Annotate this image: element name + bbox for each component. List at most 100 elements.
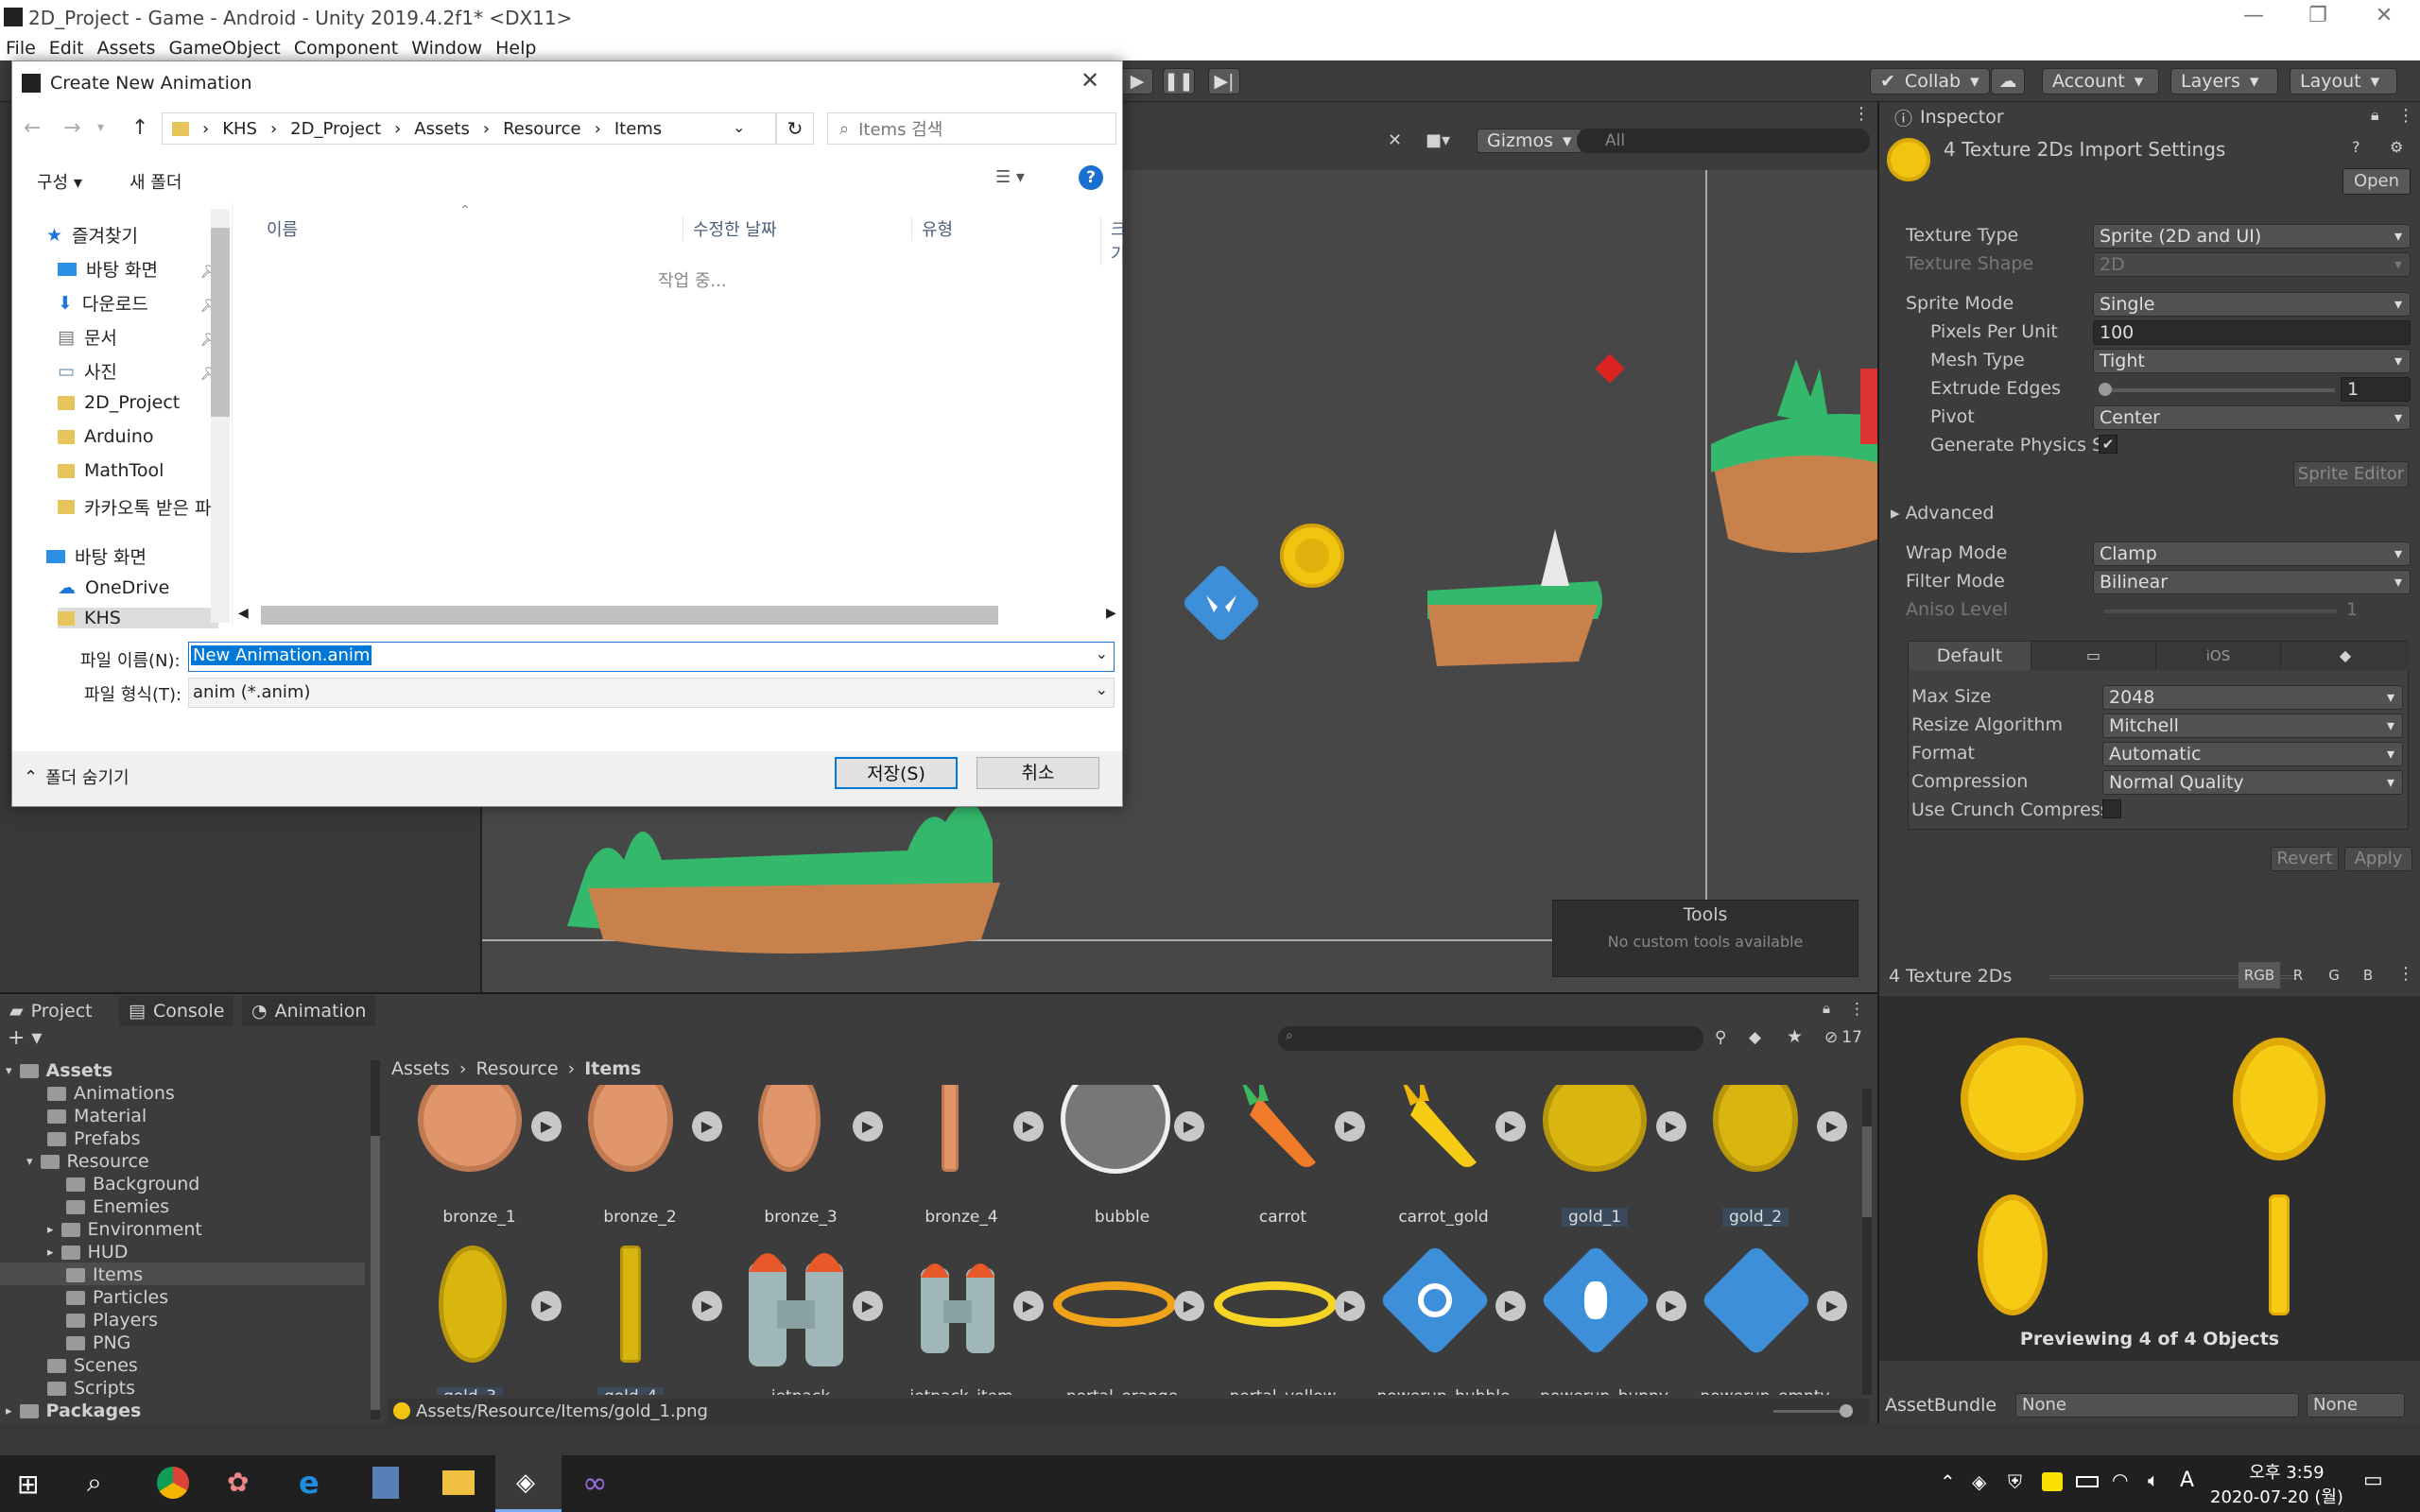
play-icon[interactable]: ▶ — [1335, 1111, 1365, 1142]
inspector-menu-icon[interactable]: ⋮ — [2397, 106, 2414, 126]
channel-g-button[interactable]: G — [2318, 962, 2350, 988]
nav-desktop[interactable]: 바탕 화면📌︎ — [58, 256, 222, 282]
asset-portal-orange[interactable]: ▶portal_orange — [1042, 1238, 1204, 1395]
play-icon[interactable]: ▶ — [531, 1111, 562, 1142]
tray-shield-icon[interactable]: ⛨ — [2008, 1470, 2022, 1493]
physics-shape-checkbox[interactable]: ✔ — [2099, 435, 2118, 454]
panel-lock-icon[interactable]: 🔒︎ — [1823, 1000, 1830, 1017]
view-options-icon[interactable]: ☰ ▾ — [995, 167, 1025, 187]
tree-scripts[interactable]: Scripts — [47, 1378, 135, 1399]
camera-icon[interactable]: ■▾ — [1426, 130, 1450, 150]
revert-button[interactable]: Revert — [2271, 847, 2339, 871]
sprite-mode-dropdown[interactable]: Single — [2093, 292, 2411, 317]
play-icon[interactable]: ▶ — [1495, 1111, 1526, 1142]
visual-studio-icon[interactable]: ∞ — [582, 1465, 608, 1501]
cancel-button[interactable]: 취소 — [977, 757, 1099, 789]
play-icon[interactable]: ▶ — [853, 1111, 883, 1142]
step-button[interactable]: ▶| — [1208, 68, 1240, 94]
asset-carrot-gold[interactable]: ▶ carrot_gold — [1363, 1085, 1526, 1228]
tree-hud[interactable]: ▸ HUD — [47, 1242, 128, 1263]
ime-indicator[interactable]: A — [2180, 1469, 2194, 1492]
tab-inspector[interactable]: ⓘ Inspector — [1885, 104, 2014, 132]
asset-portal-yellow[interactable]: ▶portal_yellow — [1202, 1238, 1365, 1395]
tree-environment[interactable]: ▸ Environment — [47, 1219, 202, 1240]
wifi-icon[interactable]: ◠ — [2112, 1469, 2128, 1491]
play-icon[interactable]: ▶ — [1013, 1291, 1044, 1321]
scene-menu-icon[interactable]: ⋮ — [1853, 104, 1870, 124]
play-icon[interactable]: ▶ — [1817, 1111, 1847, 1142]
tree-assets[interactable]: ▾ Assets — [6, 1060, 112, 1081]
asset-jetpack[interactable]: ▶jetpack — [720, 1238, 883, 1395]
breadcrumb-resource[interactable]: Resource — [475, 1058, 558, 1079]
variant-dropdown[interactable]: None — [2307, 1393, 2405, 1418]
address-bar[interactable]: › KHS › 2D_Project › Assets › Resource › Ite… — [162, 112, 776, 145]
nav-khs[interactable]: KHS — [58, 608, 218, 628]
asset-powerup-empty[interactable]: ▶powerup_empty — [1685, 1238, 1847, 1395]
nav-arduino[interactable]: Arduino — [58, 426, 154, 447]
nav-pictures[interactable]: ▭사진📌︎ — [58, 358, 222, 384]
play-icon[interactable]: ▶ — [1013, 1111, 1044, 1142]
tree-players[interactable]: Players — [66, 1310, 158, 1331]
breadcrumb-items[interactable]: Items — [584, 1058, 641, 1079]
menu-assets[interactable]: Assets — [97, 38, 156, 59]
crunch-checkbox[interactable] — [2102, 799, 2121, 818]
assetbundle-dropdown[interactable]: None — [2015, 1393, 2299, 1418]
explorer-icon[interactable] — [442, 1470, 475, 1495]
pivot-dropdown[interactable]: Center — [2093, 405, 2411, 430]
android-icon[interactable]: ◆ — [2281, 642, 2410, 670]
play-icon[interactable]: ▶ — [1656, 1111, 1686, 1142]
tools-icon[interactable]: ✕ — [1388, 130, 1402, 150]
menu-help[interactable]: Help — [495, 38, 536, 59]
tree-background[interactable]: Background — [66, 1174, 199, 1194]
column-type[interactable]: 유형 — [911, 216, 953, 241]
asset-gold-1[interactable]: ▶ gold_1 — [1524, 1085, 1686, 1228]
play-icon[interactable]: ▶ — [1335, 1291, 1365, 1321]
tree-particles[interactable]: Particles — [66, 1287, 168, 1308]
nav-mathtool[interactable]: MathTool — [58, 460, 164, 481]
collab-button[interactable]: ✔ Collab ▾ — [1870, 68, 1990, 94]
tray-chevron-icon[interactable]: ⌃ — [1940, 1470, 1956, 1493]
asset-jetpack-item[interactable]: ▶jetpack_item — [881, 1238, 1044, 1395]
channel-r-button[interactable]: R — [2282, 962, 2314, 988]
play-icon[interactable]: ▶ — [1817, 1291, 1847, 1321]
tree-scenes[interactable]: Scenes — [47, 1355, 138, 1376]
paint-icon[interactable]: ✿ — [227, 1467, 249, 1498]
organize-button[interactable]: 구성 ▾ — [37, 169, 82, 194]
tree-png[interactable]: PNG — [66, 1332, 130, 1353]
cloud-button[interactable]: ☁ — [1991, 68, 2025, 94]
nav-desktop-root[interactable]: 바탕 화면 — [46, 543, 147, 569]
tree-enemies[interactable]: Enemies — [66, 1196, 169, 1217]
preview-menu-icon[interactable]: ⋮ — [2397, 964, 2414, 984]
open-button[interactable]: Open — [2342, 168, 2411, 195]
back-button[interactable]: ← — [24, 116, 41, 140]
filter-mode-dropdown[interactable]: Bilinear — [2093, 570, 2411, 594]
create-button[interactable]: + ▾ — [8, 1026, 42, 1050]
monitor-icon[interactable]: ▭ — [2031, 642, 2156, 670]
breadcrumb-assets[interactable]: Assets — [391, 1058, 450, 1079]
nav-scrollbar[interactable] — [211, 209, 230, 623]
play-icon[interactable]: ▶ — [692, 1111, 722, 1142]
nav-2d-project[interactable]: 2D_Project — [58, 392, 180, 413]
dialog-close-button[interactable]: ✕ — [1080, 67, 1099, 94]
tree-resource[interactable]: ▾ Resource — [26, 1151, 149, 1172]
dialog-search-input[interactable]: ⌕ Items 검색 — [827, 112, 1116, 145]
tree-scrollbar[interactable] — [371, 1060, 380, 1419]
nav-onedrive[interactable]: ☁ OneDrive — [58, 577, 169, 598]
asset-bronze-3[interactable]: ▶ bronze_3 — [720, 1085, 883, 1228]
ppu-field[interactable]: 100 — [2093, 320, 2411, 345]
compression-dropdown[interactable]: Normal Quality — [2102, 770, 2403, 795]
chrome-icon[interactable] — [157, 1467, 189, 1499]
asset-gold-4[interactable]: ▶gold_4 — [560, 1238, 722, 1395]
asset-bronze-2[interactable]: ▶ bronze_2 — [560, 1085, 722, 1228]
favorite-icon[interactable]: ★ — [1787, 1026, 1803, 1047]
calculator-icon[interactable] — [372, 1467, 399, 1499]
help-icon[interactable]: ? — [1079, 165, 1103, 190]
refresh-button[interactable]: ↻ — [776, 112, 814, 145]
extrude-field[interactable]: 1 — [2341, 377, 2411, 402]
path-assets[interactable]: Assets — [414, 119, 470, 139]
asset-bubble[interactable]: ▶ bubble — [1042, 1085, 1204, 1228]
panel-menu-icon[interactable]: ⋮ — [1849, 1000, 1865, 1019]
nav-kakaotalk[interactable]: 카카오톡 받은 파 — [58, 494, 211, 520]
path-2d-project[interactable]: 2D_Project — [290, 119, 381, 139]
close-window-button[interactable]: ✕ — [2354, 0, 2414, 36]
